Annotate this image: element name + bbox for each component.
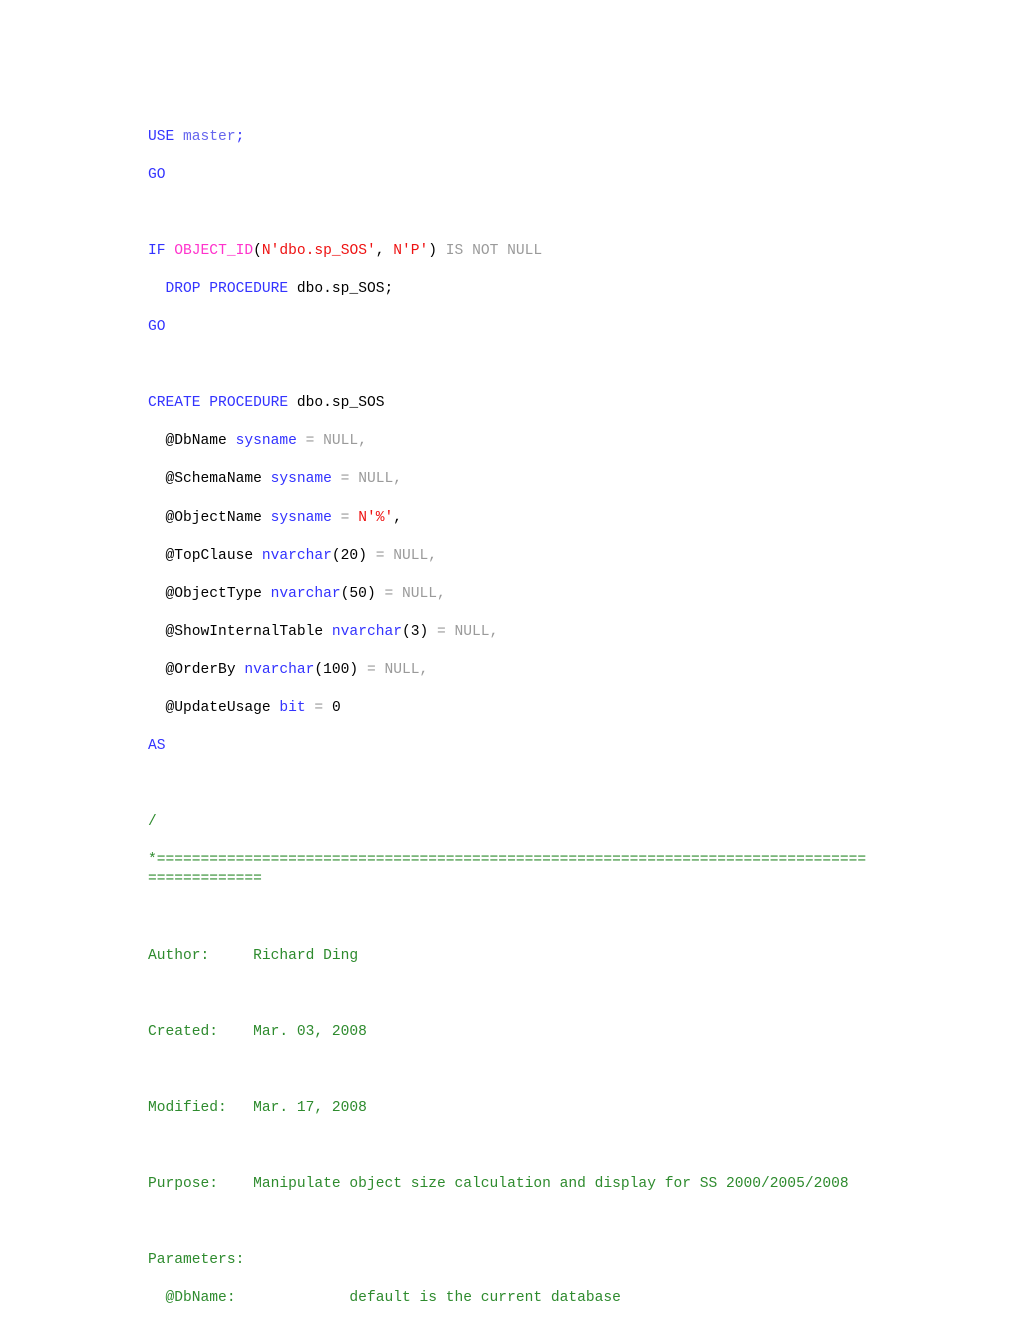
code-token: @ObjectName [148, 509, 271, 526]
code-token: Modified: Mar. 17, 2008 [148, 1099, 367, 1116]
code-token: sysname [270, 509, 332, 526]
code-token: Parameters: [148, 1252, 245, 1269]
code-line: Parameters: [148, 1251, 868, 1270]
code-token: = [305, 700, 332, 716]
code-token: 0 [331, 700, 341, 716]
code-token: @SchemaName [148, 471, 271, 488]
code-token: sysname [270, 471, 332, 488]
code-token: ) [428, 242, 438, 259]
code-token: @TopClause [148, 547, 262, 564]
code-token: N'%' [358, 509, 394, 526]
code-line: GO [148, 318, 868, 337]
code-token: USE [148, 128, 184, 145]
code-token: = NULL, [358, 661, 429, 678]
sql-code-listing[interactable]: USE master; GO IF OBJECT_ID(N'dbo.sp_SOS… [148, 128, 868, 1320]
code-token: ; [235, 128, 245, 145]
code-token: @UpdateUsage [148, 700, 280, 716]
code-token: *=======================================… [148, 852, 867, 888]
code-line: @ObjectType nvarchar(50) = NULL, [148, 585, 868, 604]
code-token: IF [148, 242, 175, 259]
code-token: nvarchar [270, 585, 341, 602]
code-line: Author: Richard Ding [148, 947, 868, 966]
document-page: USE master; GO IF OBJECT_ID(N'dbo.sp_SOS… [0, 0, 1020, 1320]
code-line: @SchemaName sysname = NULL, [148, 470, 868, 489]
code-token: IS NOT NULL [437, 242, 543, 259]
code-line: @ShowInternalTable nvarchar(3) = NULL, [148, 623, 868, 642]
code-token: CREATE PROCEDURE [148, 395, 297, 412]
code-line: *=======================================… [148, 851, 868, 889]
code-line: Modified: Mar. 17, 2008 [148, 1099, 868, 1118]
code-token: N'dbo.sp_SOS' [261, 242, 376, 259]
code-token: AS [148, 738, 166, 755]
code-token: @DbName [148, 433, 236, 450]
code-token: (50) [340, 585, 376, 602]
code-token: nvarchar [244, 661, 315, 678]
code-token: = NULL, [375, 585, 446, 602]
code-token: Author: Richard Ding [148, 947, 359, 964]
code-token: (3) [401, 623, 429, 640]
code-token: @ObjectType [148, 585, 271, 602]
code-token: = NULL, [428, 623, 499, 640]
code-token: sysname [235, 433, 297, 450]
code-line: @DbName: default is the current database [148, 1289, 868, 1308]
code-token: GO [148, 319, 166, 336]
code-line: @DbName sysname = NULL, [148, 432, 868, 451]
code-token: master [183, 128, 236, 145]
code-line: Purpose: Manipulate object size calculat… [148, 1175, 868, 1194]
code-token: @ShowInternalTable [148, 623, 332, 640]
code-line: @UpdateUsage bit = 0 [148, 699, 868, 718]
code-token: nvarchar [261, 547, 332, 564]
code-token: N'P' [393, 242, 429, 259]
code-line: IF OBJECT_ID(N'dbo.sp_SOS', N'P') IS NOT… [148, 242, 868, 261]
code-line: AS [148, 737, 868, 756]
code-line: CREATE PROCEDURE dbo.sp_SOS [148, 394, 868, 413]
code-token: = NULL, [331, 471, 402, 488]
code-token: (100) [314, 661, 359, 678]
code-line: Created: Mar. 03, 2008 [148, 1023, 868, 1042]
code-token: = [331, 509, 359, 526]
code-token: = NULL, [296, 433, 367, 450]
code-token: dbo.sp_SOS; [296, 280, 394, 297]
code-token: Purpose: Manipulate object size calculat… [148, 1176, 849, 1193]
code-line: USE master; [148, 128, 868, 147]
code-line: @OrderBy nvarchar(100) = NULL, [148, 661, 868, 680]
code-line: DROP PROCEDURE dbo.sp_SOS; [148, 280, 868, 299]
code-token: nvarchar [331, 623, 402, 640]
code-line: @ObjectName sysname = N'%', [148, 509, 868, 528]
code-token: / [148, 814, 157, 831]
code-token: = NULL, [366, 547, 438, 564]
code-token: Created: Mar. 03, 2008 [148, 1023, 367, 1040]
code-token: , [393, 509, 402, 526]
code-line: @TopClause nvarchar(20) = NULL, [148, 547, 868, 566]
code-token: OBJECT_ID [174, 242, 254, 259]
code-line: GO [148, 166, 868, 185]
code-token: GO [148, 166, 166, 183]
code-token: DROP PROCEDURE [165, 280, 297, 297]
code-line: / [148, 813, 868, 832]
code-token: bit [279, 700, 306, 716]
code-token: @OrderBy [148, 661, 245, 678]
code-token: @DbName: default is the current database [148, 1290, 621, 1307]
code-token: dbo.sp_SOS [296, 395, 385, 412]
code-token: ( [253, 242, 262, 259]
code-token: (20) [331, 547, 367, 564]
code-token: , [375, 242, 394, 259]
